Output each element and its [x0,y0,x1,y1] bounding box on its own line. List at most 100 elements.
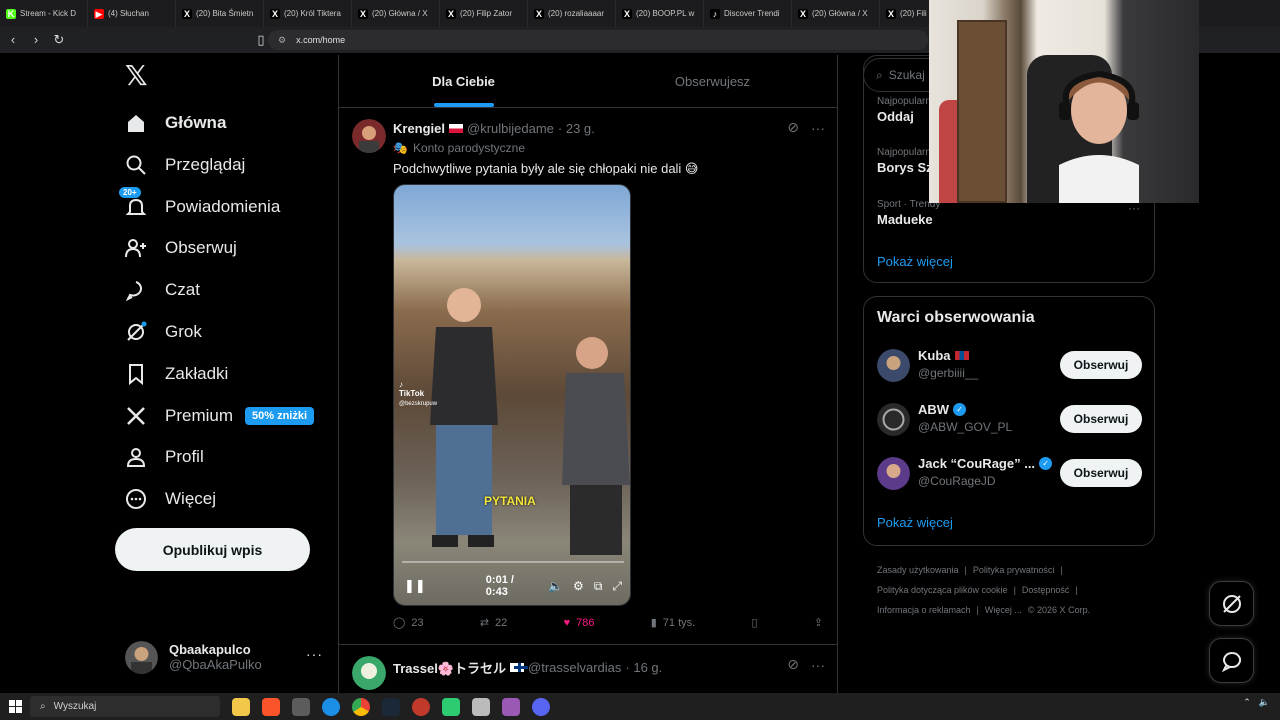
browser-tab[interactable]: K Stream - Kick D [0,0,88,27]
chevron-up-icon[interactable]: ⌃ [1243,697,1251,708]
follow-button[interactable]: Obserwuj [1060,405,1142,433]
bookmark-button[interactable]: ▯ [751,616,757,629]
sidebar-item-2[interactable]: 20+ Powiadomienia [119,186,280,225]
show-more-link[interactable]: Pokaż więcej [877,254,953,269]
share-button[interactable]: ⇪ [814,616,823,629]
tiktok-icon: ♪ [399,380,403,389]
brave-icon[interactable] [262,697,280,716]
tweet-author-handle[interactable]: @krulbijedame [467,121,554,136]
sidebar-item-9[interactable]: Więcej [125,481,216,517]
sidebar-item-0[interactable]: Główna [125,105,226,141]
browser-tab[interactable]: X (20) Główna / X [792,0,880,27]
fullscreen-icon[interactable]: ⤢ [612,579,622,594]
tweet-author-name[interactable]: Krengiel [393,121,445,136]
pause-icon[interactable]: ❚❚ [404,578,426,594]
footer-link[interactable]: Dostępność [1022,585,1070,595]
avatar[interactable] [877,349,910,382]
start-button[interactable] [0,700,30,713]
avatar[interactable] [877,403,910,436]
footer-link[interactable]: Zasady użytkowania [877,565,959,575]
post-button[interactable]: Opublikuj wpis [115,528,310,571]
video-progress-bar[interactable] [402,561,624,563]
forward-icon[interactable]: › [26,30,46,50]
footer-link[interactable]: Polityka prywatności [973,565,1055,575]
more-dots-icon[interactable]: ··· [306,646,323,662]
pip-icon[interactable]: ⧉ [594,579,603,594]
follow-suggestion[interactable]: Jack “CouRage” ... ✓ @CouRageJD Obserwuj [877,455,1142,491]
footer-link[interactable]: Polityka dotycząca plików cookie [877,585,1008,595]
tab-following[interactable]: Obserwujesz [588,55,837,107]
account-switcher[interactable]: Qbaakapulco @QbaAkaPulko ··· [125,640,325,674]
more-dots-icon[interactable]: ··· [811,657,825,673]
back-icon[interactable]: ‹ [3,30,23,50]
sidebar-item-4[interactable]: Czat [125,272,200,308]
browser-tab[interactable]: X (20) Główna / X [352,0,440,27]
sidebar-item-3[interactable]: Obserwuj [125,230,237,266]
tweet-author-handle[interactable]: @trasselvardias [528,660,621,675]
discord-icon[interactable] [532,697,550,716]
site-settings-icon[interactable]: ⚙ [278,35,286,46]
sidebar-item-5[interactable]: Grok [125,314,202,350]
more-dots-icon[interactable]: ··· [811,120,825,136]
tweet-video[interactable]: ♪ TikTok @bezskrupuw PYTANIA ❚❚ 0:01 / 0… [393,184,631,606]
trend-item[interactable]: Sport · Trendy Madueke [877,199,940,227]
tweet[interactable]: Trassel🌸トラセル @trasselvardias · 16 g. ⊘ ·… [339,646,837,695]
volume-icon[interactable]: 🔈 [548,579,563,593]
show-more-link[interactable]: Pokaż więcej [877,515,953,530]
footer-link[interactable]: © 2026 X Corp. [1028,605,1090,615]
tweet-time[interactable]: · 16 g. [625,660,662,675]
reload-icon[interactable]: ↻ [49,30,69,50]
file-explorer-icon[interactable] [232,697,250,716]
browser-tab[interactable]: X (20) Król Tiktera [264,0,352,27]
app-icon[interactable] [502,697,520,716]
browser-tab[interactable]: X (20) Bita Śmietn [176,0,264,27]
steam-icon[interactable] [382,697,400,716]
tweet-time[interactable]: · 23 g. [558,121,595,136]
x-logo-icon[interactable]: 𝕏 [125,61,155,91]
avatar[interactable] [352,119,386,153]
grok-icon[interactable]: ⊘ [787,656,799,673]
volume-icon[interactable]: 🔈 [1259,697,1270,708]
url-field[interactable]: ⚙ x.com/home [268,30,928,50]
browser-tab[interactable]: X (20) Filip Zator [440,0,528,27]
sidebar-item-1[interactable]: Przeglądaj [125,147,245,183]
browser-tab-label: (20) Król Tiktera [284,9,341,18]
avatar[interactable] [877,457,910,490]
app-icon[interactable] [472,697,490,716]
taskbar-search[interactable]: ⌕ Wyszukaj [30,696,220,717]
reply-button[interactable]: ◯ 23 [393,616,424,630]
views-button[interactable]: ▮ 71 tys. [651,616,695,630]
sidebar-item-7[interactable]: Premium 50% zniżki [125,398,315,434]
tab-for-you[interactable]: Dla Ciebie [339,55,588,107]
grok-fab[interactable] [1209,581,1254,626]
browser-tab[interactable]: X (20) BOOP.PL w [616,0,704,27]
follow-button[interactable]: Obserwuj [1060,351,1142,379]
follow-suggestion[interactable]: Kuba @gerbiiii__ Obserwuj [877,347,1142,383]
follow-button[interactable]: Obserwuj [1060,459,1142,487]
footer-link[interactable]: Informacja o reklamach [877,605,971,615]
edge-icon[interactable] [322,697,340,716]
footer-separator: | [1060,565,1063,575]
settings-icon[interactable]: ⚙ [573,579,584,593]
browser-tab[interactable]: ▶ (4) Słuchan [88,0,176,27]
app-icon[interactable] [442,697,460,716]
app-icon[interactable] [412,697,430,716]
tweet-author-name[interactable]: Trassel🌸トラセル [393,658,506,677]
windows-taskbar: ⌕ Wyszukaj ⌃ 🔈 [0,693,1280,720]
messages-fab[interactable] [1209,638,1254,683]
sidebar-item-8[interactable]: Profil [125,439,204,475]
grok-icon[interactable]: ⊘ [787,119,799,136]
browser-tab[interactable]: X (20) rozaliaaaar [528,0,616,27]
app-icon[interactable] [292,697,310,716]
follow-suggestion[interactable]: ABW ✓ @ABW_GOV_PL Obserwuj [877,401,1142,437]
sidebar-item-6[interactable]: Zakładki [125,356,228,392]
like-button[interactable]: ♥ 786 [564,617,595,629]
tiktok-label: TikTok [399,389,425,398]
avatar[interactable] [352,656,386,690]
tweet[interactable]: Krengiel @krulbijedame · 23 g. ⊘ ··· 🎭 K… [339,109,837,645]
browser-tab[interactable]: ♪ Discover Trendi [704,0,792,27]
chrome-icon[interactable] [352,697,370,716]
more-dots-icon[interactable]: ··· [1128,201,1140,215]
footer-link[interactable]: Więcej ... [985,605,1022,615]
repost-button[interactable]: ⇄ 22 [480,616,507,630]
